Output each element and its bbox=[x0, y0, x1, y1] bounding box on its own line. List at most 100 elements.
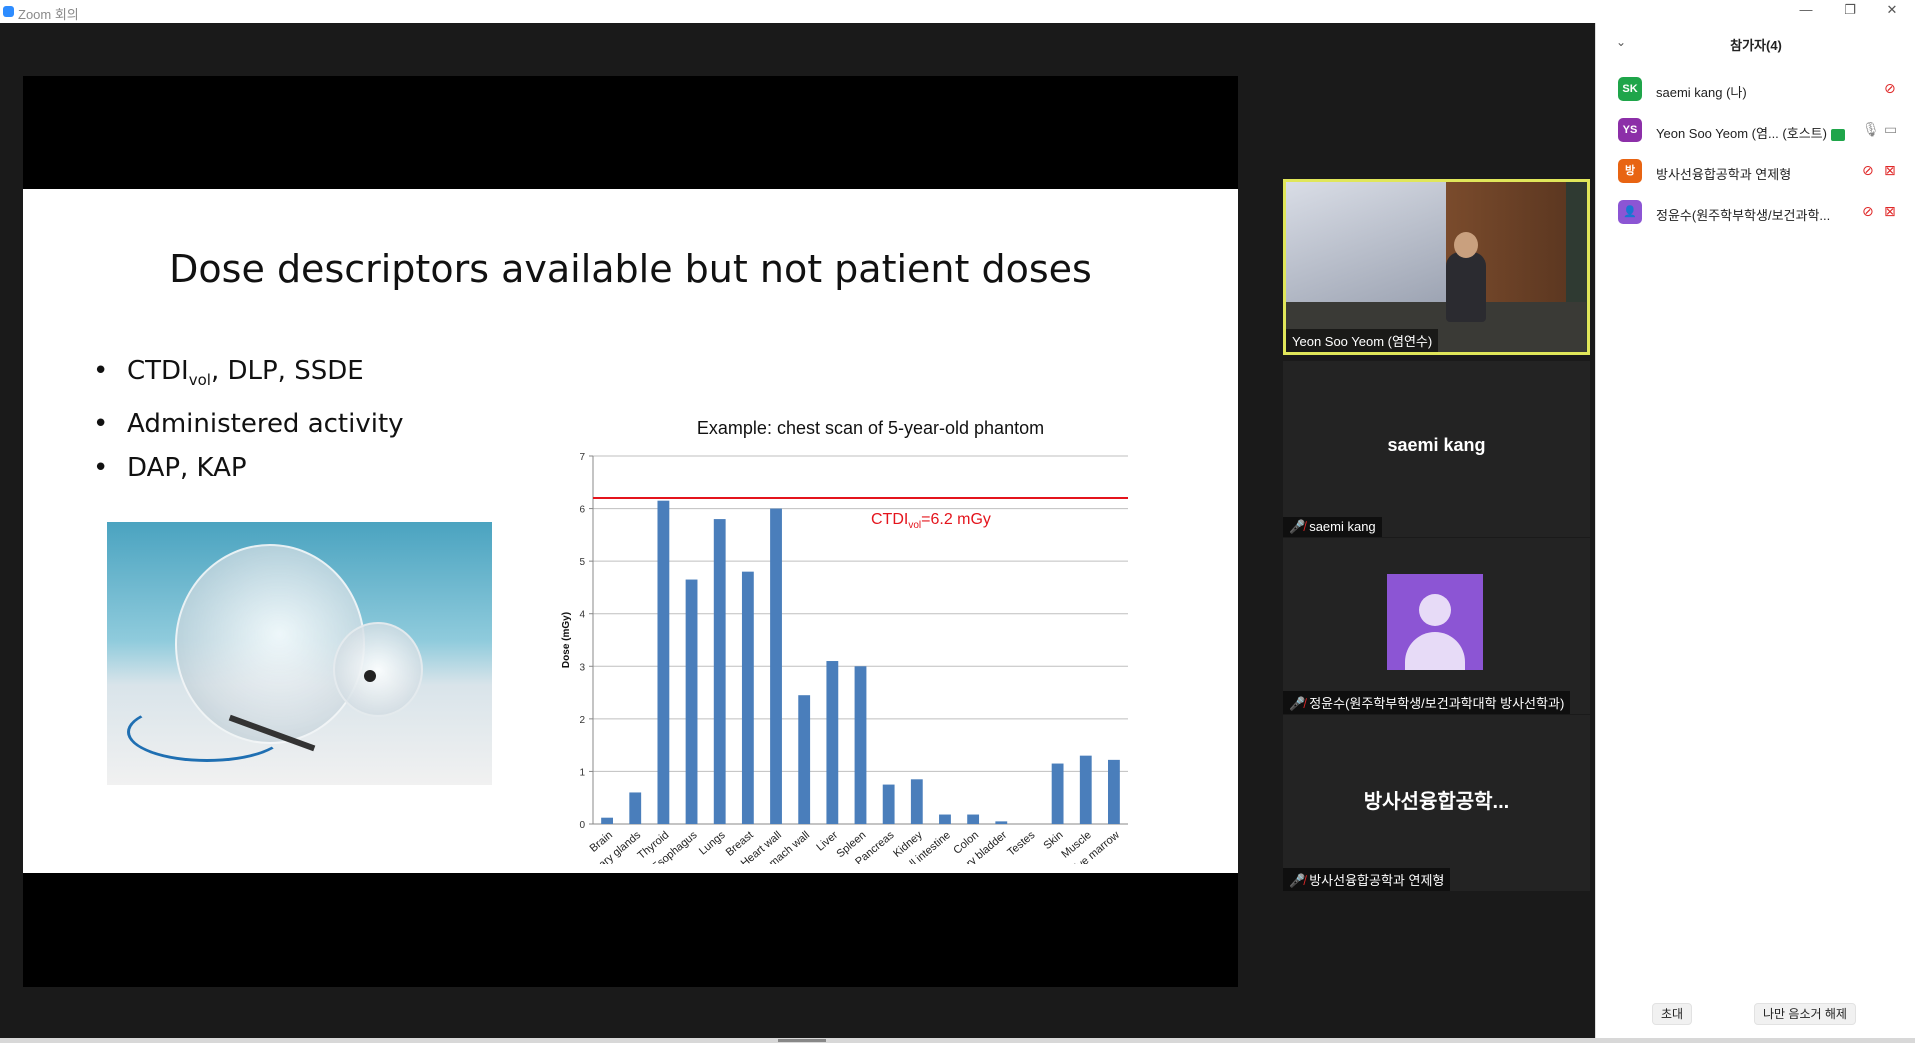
bar bbox=[770, 508, 782, 824]
unmute-me-button[interactable]: 나만 음소거 해제 bbox=[1754, 1003, 1856, 1025]
restore-button[interactable]: ❐ bbox=[1828, 0, 1872, 23]
bar bbox=[601, 817, 613, 824]
participant-avatar: 방 bbox=[1618, 159, 1642, 183]
mic-muted-icon: 🎤̸ bbox=[1289, 873, 1306, 888]
y-tick-label: 6 bbox=[579, 505, 585, 516]
video-camera-icon[interactable]: ▭ bbox=[1884, 121, 1897, 138]
bar bbox=[882, 784, 895, 824]
bar bbox=[741, 571, 754, 824]
tile-label-text: 방사선융합공학과 연제형 bbox=[1309, 873, 1445, 888]
phantom-photo bbox=[107, 522, 492, 785]
screen-share-view[interactable]: Dose descriptors available but not patie… bbox=[23, 76, 1238, 987]
slide-bullets: CTDIvol, DLP, SSDE Administered activity… bbox=[93, 349, 404, 490]
resize-handle[interactable] bbox=[778, 1039, 826, 1042]
ctdi-reference-label: CTDIvol=6.2 mGy bbox=[871, 511, 991, 531]
y-axis-label: Dose (mGy) bbox=[561, 612, 572, 668]
participant-name: saemi kang (나) bbox=[1656, 85, 1747, 100]
share-screen-icon bbox=[1830, 128, 1845, 141]
bar bbox=[629, 792, 642, 824]
close-button[interactable]: ✕ bbox=[1870, 0, 1914, 23]
bullet-item: CTDIvol, DLP, SSDE bbox=[93, 349, 404, 402]
video-tile-yeon[interactable]: 방사선융합공학... 🎤̸ 방사선융합공학과 연제형 bbox=[1283, 715, 1590, 891]
tile-label-text: 정윤수(원주학부학생/보건과학대학 방사선학과) bbox=[1309, 696, 1565, 711]
tile-name-label: 🎤̸ 방사선융합공학과 연제형 bbox=[1283, 868, 1451, 891]
participant-row[interactable]: YS Yeon Soo Yeom (염... (호스트) 🎙 ▭ bbox=[1618, 118, 1908, 146]
mic-muted-icon: 🎤̸ bbox=[1289, 696, 1306, 711]
chart-title: Example: chest scan of 5-year-old phanto… bbox=[697, 418, 1044, 438]
video-off-icon[interactable]: ⊠ bbox=[1884, 203, 1896, 220]
mic-muted-icon[interactable]: ⊘ bbox=[1884, 80, 1896, 97]
participant-name: 정윤수(원주학부학생/보건과학... bbox=[1656, 208, 1831, 223]
y-tick-label: 3 bbox=[579, 662, 585, 673]
bar bbox=[939, 814, 951, 824]
mic-muted-icon: 🎤̸ bbox=[1289, 519, 1306, 534]
y-tick-label: 2 bbox=[579, 715, 585, 726]
participant-row[interactable]: 👤 정윤수(원주학부학생/보건과학... ⊘ ⊠ bbox=[1618, 200, 1908, 228]
y-tick-label: 0 bbox=[579, 820, 585, 831]
participant-avatar: YS bbox=[1618, 118, 1642, 142]
bar bbox=[967, 814, 980, 824]
video-tile-active-speaker[interactable]: Yeon Soo Yeom (염연수) bbox=[1283, 179, 1590, 355]
y-tick-label: 1 bbox=[579, 767, 585, 778]
bullet-item: Administered activity bbox=[93, 402, 404, 446]
participant-avatar: SK bbox=[1618, 77, 1642, 101]
bar bbox=[798, 695, 811, 824]
video-tile-jeong[interactable]: 🎤̸ 정윤수(원주학부학생/보건과학대학 방사선학과) bbox=[1283, 538, 1590, 714]
mic-icon[interactable]: 🎙 bbox=[1862, 121, 1880, 138]
participant-name-text: Yeon Soo Yeom (염... (호스트) bbox=[1656, 126, 1827, 141]
tile-display-name: saemi kang bbox=[1387, 435, 1486, 455]
bullet-text: CTDI bbox=[127, 356, 189, 386]
bar bbox=[910, 779, 923, 824]
small-phantom-disc bbox=[333, 622, 423, 717]
participants-panel: ⌄ 참가자(4) SK saemi kang (나) ⊘ YS Yeon Soo… bbox=[1595, 23, 1915, 1038]
tile-label-text: saemi kang bbox=[1309, 519, 1376, 534]
bar bbox=[995, 821, 1008, 824]
tile-display-name: 방사선융합공학... bbox=[1363, 791, 1510, 813]
participant-name: Yeon Soo Yeom (염... (호스트) bbox=[1656, 123, 1845, 142]
avatar-body bbox=[1405, 632, 1465, 670]
bar bbox=[657, 500, 670, 824]
minimize-button[interactable]: — bbox=[1784, 0, 1828, 23]
participant-default-avatar-icon: 👤 bbox=[1618, 200, 1642, 224]
dose-bar-chart: Example: chest scan of 5-year-old phanto… bbox=[553, 414, 1153, 887]
mic-muted-icon[interactable]: ⊘ bbox=[1862, 203, 1874, 220]
projection-screen bbox=[1286, 182, 1446, 302]
participants-header: 참가자(4) bbox=[1730, 38, 1782, 53]
slide-title: Dose descriptors available but not patie… bbox=[169, 247, 1092, 291]
bar bbox=[1079, 755, 1092, 824]
speaker-head bbox=[1454, 232, 1478, 258]
tile-name-label: Yeon Soo Yeom (염연수) bbox=[1286, 329, 1439, 352]
bar bbox=[826, 661, 839, 824]
video-tile-saemi[interactable]: saemi kang 🎤̸ saemi kang bbox=[1283, 361, 1590, 537]
invite-button[interactable]: 초대 bbox=[1652, 1003, 1693, 1025]
y-tick-label: 7 bbox=[579, 452, 585, 463]
video-off-icon[interactable]: ⊠ bbox=[1884, 162, 1896, 179]
bullet-item: DAP, KAP bbox=[93, 446, 404, 490]
bar bbox=[685, 579, 698, 824]
presentation-slide: Dose descriptors available but not patie… bbox=[23, 189, 1238, 887]
y-tick-label: 5 bbox=[579, 557, 585, 568]
bottom-strip bbox=[0, 1038, 1915, 1043]
bar bbox=[1108, 759, 1120, 824]
x-tick-label: Lungs bbox=[697, 829, 728, 858]
bullet-text-rest: , DLP, SSDE bbox=[210, 356, 364, 386]
meeting-area: Dose descriptors available but not patie… bbox=[0, 23, 1595, 1038]
participant-row[interactable]: SK saemi kang (나) ⊘ bbox=[1618, 77, 1908, 105]
bar bbox=[713, 519, 726, 824]
bar bbox=[854, 666, 867, 824]
window-title: Zoom 회의 bbox=[18, 7, 79, 22]
bullet-text: Administered activity bbox=[127, 409, 404, 440]
chart-svg: Example: chest scan of 5-year-old phanto… bbox=[561, 418, 1128, 887]
bar bbox=[1051, 763, 1064, 824]
x-tick-label: Testes bbox=[1005, 829, 1037, 859]
y-tick-label: 4 bbox=[579, 610, 585, 621]
phantom-hole bbox=[364, 670, 376, 682]
tile-name-label: 🎤̸ 정윤수(원주학부학생/보건과학대학 방사선학과) bbox=[1283, 691, 1571, 714]
participant-row[interactable]: 방 방사선융합공학과 연제형 ⊘ ⊠ bbox=[1618, 159, 1908, 187]
tile-name-label: 🎤̸ saemi kang bbox=[1283, 517, 1382, 537]
zoom-window: Zoom 회의 — ❐ ✕ Dose descriptors available… bbox=[0, 0, 1915, 1043]
participant-name: 방사선융합공학과 연제형 bbox=[1656, 167, 1792, 182]
bullet-text: DAP, KAP bbox=[127, 453, 247, 484]
mic-muted-icon[interactable]: ⊘ bbox=[1862, 162, 1874, 179]
avatar-head bbox=[1419, 594, 1451, 626]
